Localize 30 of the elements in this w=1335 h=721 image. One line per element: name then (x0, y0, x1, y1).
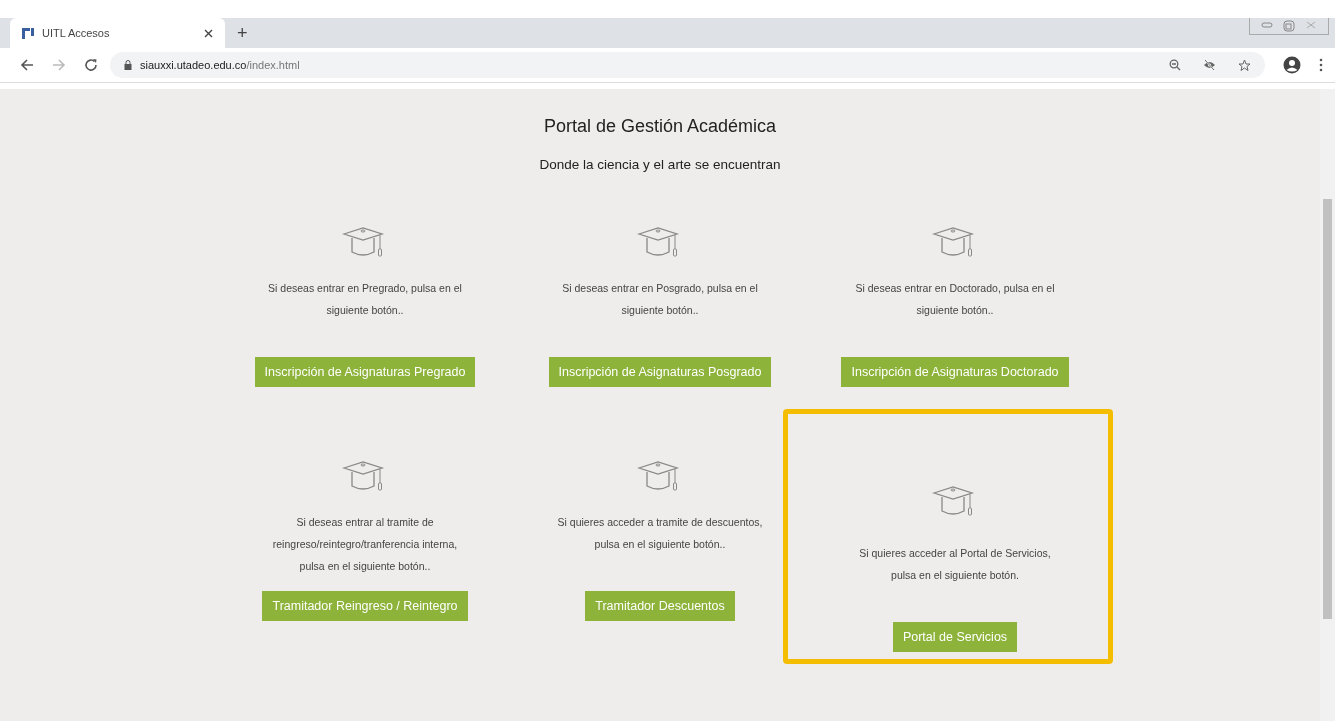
url-text: siauxxi.utadeo.edu.co/index.html (140, 59, 300, 71)
scrollbar[interactable] (1320, 89, 1335, 721)
card-description: Si deseas entrar en Pregrado, pulsa en el siguiente botón.. (267, 281, 463, 318)
page-title: Portal de Gestión Académica (543, 116, 777, 137)
access-button[interactable]: Portal de Servicios (892, 622, 1018, 652)
access-button[interactable]: Tramitador Descuentos (585, 591, 735, 621)
tab-title: UITL Accesos (42, 27, 111, 39)
eye-slash-icon[interactable] (1203, 59, 1216, 71)
address-bar[interactable]: siauxxi.utadeo.edu.co/index.html (110, 52, 1265, 78)
access-button[interactable]: Tramitador Reingreso / Reintegro (262, 591, 468, 621)
card-description: Si deseas entrar en Doctorado, pulsa en el siguiente botón.. (854, 281, 1056, 318)
new-tab-button[interactable]: + (225, 18, 260, 48)
close-icon[interactable] (204, 28, 213, 38)
card-description: Si deseas entrar al tramite de reingreso/reintegro/tranferencia interna, pulsa en el siguiente botón.. (271, 515, 459, 574)
access-button[interactable]: Inscripción de Asignaturas Doctorado (841, 357, 1069, 387)
zoom-icon[interactable] (1169, 59, 1181, 71)
star-icon[interactable] (1238, 58, 1251, 72)
account-icon[interactable] (1283, 56, 1301, 74)
access-button[interactable]: Inscripción de Asignaturas Pregrado (254, 357, 476, 387)
restore-icon[interactable] (1282, 20, 1296, 32)
access-button[interactable]: Inscripción de Asignaturas Posgrado (548, 357, 772, 387)
menu-icon[interactable] (1319, 58, 1323, 72)
favicon-icon (22, 27, 34, 39)
reload-icon[interactable] (84, 58, 98, 72)
browser-tab[interactable]: UITL Accesos (10, 18, 225, 48)
card-description: Si deseas entrar en Posgrado, pulsa en el siguiente botón.. (561, 281, 759, 318)
lock-icon (124, 60, 132, 70)
page-subtitle: Donde la ciencia y el arte se encuentran (539, 157, 781, 172)
card-description: Si quieres acceder a tramite de descuentos, pulsa en el siguiente botón.. (557, 515, 763, 552)
back-icon[interactable] (20, 58, 34, 72)
